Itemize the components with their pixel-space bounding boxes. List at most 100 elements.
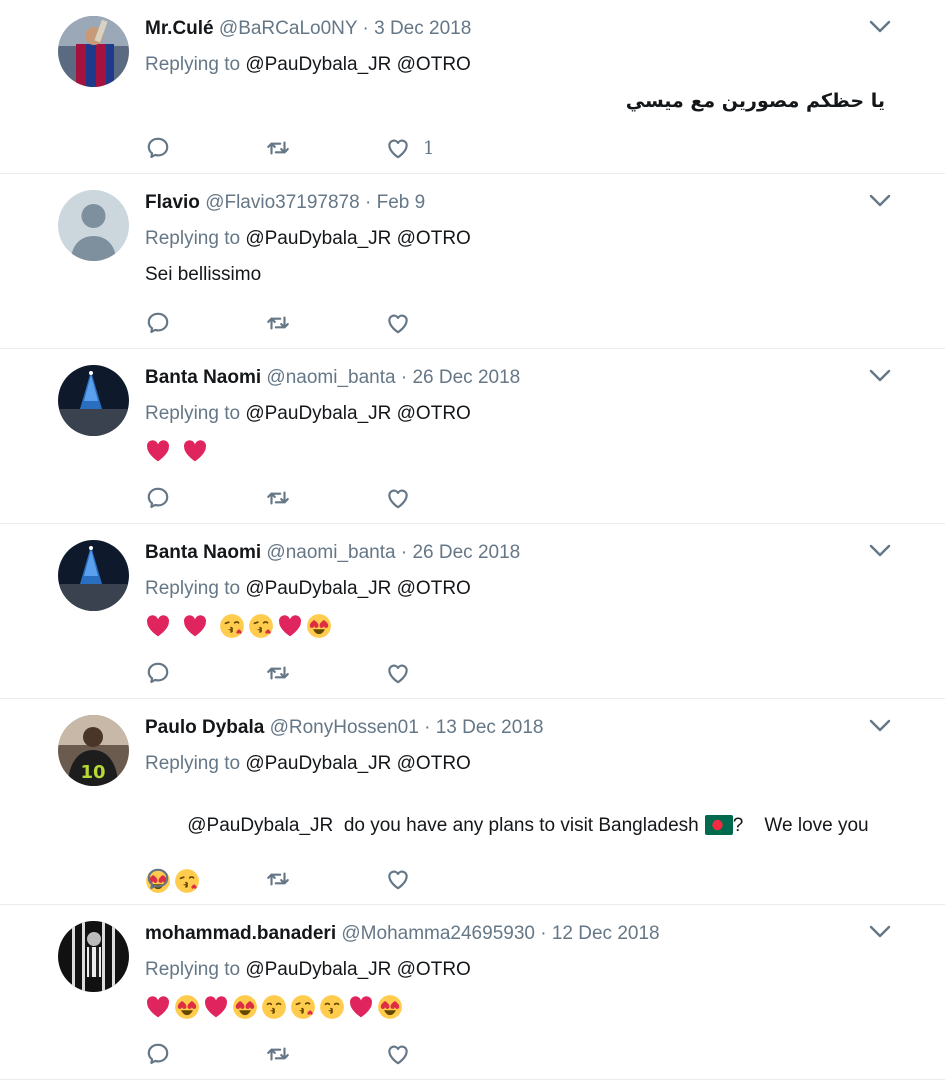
reply-tweet[interactable]: Flavio @Flavio37197878 · Feb 9 Replying … (0, 174, 945, 349)
display-name[interactable]: Paulo Dybala (145, 717, 264, 738)
tweet-date[interactable]: 26 Dec 2018 (412, 367, 520, 388)
replying-to-mentions[interactable]: @PauDybala_JR @OTRO (245, 403, 470, 424)
tweet-actions: 1 (145, 133, 505, 163)
retweet-icon (265, 866, 291, 892)
display-name[interactable]: Flavio (145, 192, 200, 213)
like-button[interactable] (385, 485, 505, 511)
bangladesh-flag-icon (704, 815, 733, 835)
replying-to-label: Replying to (145, 403, 241, 424)
heart-emoji-icon (182, 613, 208, 639)
tweet-emojis (145, 437, 885, 465)
heart-emoji-icon (145, 613, 171, 639)
reply-button[interactable] (145, 1041, 265, 1067)
heart-eyes-emoji-icon (232, 994, 258, 1020)
like-button[interactable] (385, 866, 505, 892)
christmas-tree-avatar-icon (58, 365, 129, 436)
tweet-text: @PauDybala_JR do you have any plans to v… (145, 787, 885, 865)
like-button[interactable] (385, 310, 505, 336)
tweet-date[interactable]: 12 Dec 2018 (552, 923, 660, 944)
heart-outline-icon (385, 485, 411, 511)
avatar[interactable] (58, 540, 129, 611)
reply-tweet[interactable]: Banta Naomi @naomi_banta · 26 Dec 2018 R… (0, 524, 945, 699)
heart-outline-icon (385, 1041, 411, 1067)
separator-dot: · (424, 717, 431, 738)
heart-emoji-icon (182, 438, 208, 464)
christmas-tree-avatar-icon (58, 540, 129, 611)
reply-icon (145, 135, 171, 161)
heart-outline-icon (385, 866, 411, 892)
avatar[interactable] (58, 190, 129, 261)
replying-to-mentions[interactable]: @PauDybala_JR @OTRO (245, 228, 470, 249)
retweet-button[interactable] (265, 310, 385, 336)
replying-to-mentions[interactable]: @PauDybala_JR @OTRO (245, 578, 470, 599)
reply-button[interactable] (145, 485, 265, 511)
avatar[interactable]: 10 (58, 715, 129, 786)
user-handle[interactable]: @Mohamma24695930 (341, 923, 535, 944)
like-button[interactable] (385, 660, 505, 686)
reply-button[interactable] (145, 310, 265, 336)
reply-tweet[interactable]: Banta Naomi @naomi_banta · 26 Dec 2018 R… (0, 349, 945, 524)
tweet-emojis (145, 612, 885, 640)
reply-button[interactable] (145, 135, 265, 161)
display-name[interactable]: Banta Naomi (145, 367, 261, 388)
kiss-face-emoji-icon (219, 613, 245, 639)
tweet-date[interactable]: Feb 9 (377, 192, 426, 213)
tweet-actions (145, 308, 505, 338)
user-handle[interactable]: @Flavio37197878 (205, 192, 360, 213)
tweet-date[interactable]: 3 Dec 2018 (374, 18, 471, 39)
tweet-text-part2: ? We love you (732, 815, 869, 836)
separator-dot: · (540, 923, 547, 944)
bw-player-avatar-icon (58, 921, 129, 992)
display-name[interactable]: Banta Naomi (145, 542, 261, 563)
like-button[interactable] (385, 1041, 505, 1067)
reply-button[interactable] (145, 660, 265, 686)
display-name[interactable]: Mr.Culé (145, 18, 214, 39)
separator-dot: · (362, 18, 369, 39)
reply-tweet[interactable]: mohammad.banaderi @Mohamma24695930 · 12 … (0, 905, 945, 1080)
display-name[interactable]: mohammad.banaderi (145, 923, 336, 944)
tweet-date[interactable]: 26 Dec 2018 (412, 542, 520, 563)
reply-icon (145, 660, 171, 686)
like-button[interactable]: 1 (385, 135, 505, 161)
tweet-date[interactable]: 13 Dec 2018 (436, 717, 544, 738)
tweet-actions (145, 864, 505, 894)
user-handle[interactable]: @naomi_banta (266, 367, 395, 388)
tweet-text-part1: @PauDybala_JR do you have any plans to v… (187, 815, 699, 836)
retweet-button[interactable] (265, 135, 385, 161)
tweet-emojis (145, 993, 885, 1021)
user-handle[interactable]: @RonyHossen01 (270, 717, 419, 738)
reply-tweet[interactable]: 10 Paulo Dybala @RonyHossen01 · 13 Dec 2… (0, 699, 945, 905)
default-avatar-icon (58, 190, 129, 261)
replying-to-label: Replying to (145, 228, 241, 249)
tweet-actions (145, 1039, 505, 1069)
retweet-button[interactable] (265, 1041, 385, 1067)
retweet-icon (265, 660, 291, 686)
heart-eyes-emoji-icon (306, 613, 332, 639)
retweet-button[interactable] (265, 485, 385, 511)
heart-emoji-icon (145, 438, 171, 464)
avatar[interactable] (58, 16, 129, 87)
replies-feed: Mr.Culé @BaRCaLo0NY · 3 Dec 2018 Replyin… (0, 0, 945, 1080)
retweet-icon (265, 485, 291, 511)
reply-icon (145, 1041, 171, 1067)
reply-icon (145, 866, 171, 892)
avatar[interactable] (58, 921, 129, 992)
replying-to-mentions[interactable]: @PauDybala_JR @OTRO (245, 54, 470, 75)
user-handle[interactable]: @BaRCaLo0NY (219, 18, 357, 39)
reply-icon (145, 485, 171, 511)
reply-tweet[interactable]: Mr.Culé @BaRCaLo0NY · 3 Dec 2018 Replyin… (0, 0, 945, 174)
replying-to: Replying to @PauDybala_JR @OTRO (145, 52, 885, 78)
reply-button[interactable] (145, 866, 265, 892)
user-handle[interactable]: @naomi_banta (266, 542, 395, 563)
replying-to-mentions[interactable]: @PauDybala_JR @OTRO (245, 753, 470, 774)
replying-to: Replying to @PauDybala_JR @OTRO (145, 226, 885, 252)
replying-to: Replying to @PauDybala_JR @OTRO (145, 751, 885, 777)
avatar[interactable] (58, 365, 129, 436)
tweet-text: يا حظكم مصورين مع ميسي (625, 90, 885, 112)
retweet-icon (265, 1041, 291, 1067)
retweet-button[interactable] (265, 660, 385, 686)
replying-to-mentions[interactable]: @PauDybala_JR @OTRO (245, 959, 470, 980)
kiss-closed-face-emoji-icon (261, 994, 287, 1020)
retweet-button[interactable] (265, 866, 385, 892)
heart-emoji-icon (203, 994, 229, 1020)
